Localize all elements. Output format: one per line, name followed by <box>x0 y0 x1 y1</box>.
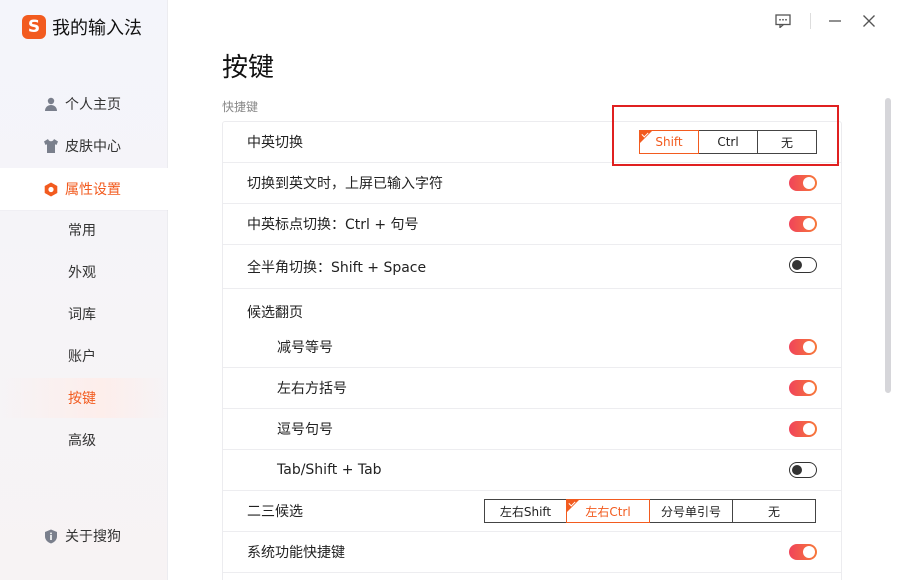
close-icon <box>863 15 875 27</box>
setting-label: 二三候选 <box>247 504 303 520</box>
sidebar-sub-keys[interactable]: 按键 <box>0 378 168 418</box>
paging-comma-period-toggle[interactable] <box>789 421 817 437</box>
page-title: 按键 <box>222 53 275 83</box>
option-none[interactable]: 无 <box>758 131 816 153</box>
setting-row-paging-comma-period: 逗号句号 <box>223 409 841 450</box>
setting-label: 减号等号 <box>277 340 333 356</box>
setting-label: 中英切换 <box>247 135 303 151</box>
sidebar-item-profile[interactable]: 个人主页 <box>0 84 168 124</box>
shirt-icon <box>43 138 59 154</box>
section-label-shortcuts: 快捷键 <box>222 100 259 114</box>
sidebar-item-label: 关于搜狗 <box>65 529 121 545</box>
window-controls-divider <box>810 13 811 29</box>
option-left-right-shift[interactable]: 左右Shift <box>485 500 567 522</box>
setting-row-system-hotkeys: 系统功能快捷键 <box>223 532 841 573</box>
punct-switch-toggle[interactable] <box>789 216 817 232</box>
sidebar-item-about[interactable]: 关于搜狗 <box>0 516 168 556</box>
option-none[interactable]: 无 <box>733 500 815 522</box>
sidebar-item-skins[interactable]: 皮肤中心 <box>0 126 168 166</box>
sidebar-item-label: 属性设置 <box>65 182 121 198</box>
setting-label: 系统功能快捷键 <box>247 545 345 561</box>
setting-row-paging-header: 候选翻页 <box>223 291 841 332</box>
setting-row-second-third: 二三候选 左右Shift 左右Ctrl 分号单引号 无 <box>223 491 841 532</box>
sidebar-sub-common[interactable]: 常用 <box>0 210 168 250</box>
sidebar-item-label: 皮肤中心 <box>65 139 121 155</box>
setting-row-paging-brackets: 左右方括号 <box>223 368 841 409</box>
app-title: 我的输入法 <box>52 18 142 39</box>
option-shift[interactable]: Shift <box>639 130 699 154</box>
paging-minus-equal-toggle[interactable] <box>789 339 817 355</box>
feedback-icon <box>775 14 791 28</box>
second-third-segmented: 左右Shift 左右Ctrl 分号单引号 无 <box>484 499 816 523</box>
minimize-icon <box>829 20 841 22</box>
minimize-button[interactable] <box>823 10 847 32</box>
sidebar-sub-advanced[interactable]: 高级 <box>0 420 168 460</box>
sidebar: S 我的输入法 个人主页 皮肤中心 属性设置 常用 外观 词库 账户 按键 高级… <box>0 0 168 580</box>
shield-info-icon <box>43 528 59 544</box>
setting-row-cn-en-switch: 中英切换 Shift Ctrl 无 <box>223 122 841 163</box>
paging-tab-toggle[interactable] <box>789 462 817 478</box>
setting-label: 逗号句号 <box>277 422 333 438</box>
scrollbar-thumb[interactable] <box>885 98 891 393</box>
sidebar-item-settings[interactable]: 属性设置 <box>0 168 168 210</box>
paging-brackets-toggle[interactable] <box>789 380 817 396</box>
sidebar-sub-account[interactable]: 账户 <box>0 336 168 376</box>
setting-row-punct-switch: 中英标点切换：Ctrl + 句号 <box>223 204 841 245</box>
width-switch-toggle[interactable] <box>789 257 817 273</box>
commit-on-switch-toggle[interactable] <box>789 175 817 191</box>
setting-label: 全半角切换：Shift + Space <box>247 259 427 276</box>
sidebar-sub-appearance[interactable]: 外观 <box>0 252 168 292</box>
sidebar-item-label: 个人主页 <box>65 97 121 113</box>
hexagon-settings-icon <box>43 181 59 197</box>
close-button[interactable] <box>857 10 881 32</box>
system-hotkeys-toggle[interactable] <box>789 544 817 560</box>
option-semicolon-quote[interactable]: 分号单引号 <box>650 500 733 522</box>
setting-label: Tab/Shift + Tab <box>277 462 382 478</box>
sidebar-sub-dictionary[interactable]: 词库 <box>0 294 168 334</box>
setting-label: 切换到英文时，上屏已输入字符 <box>247 176 443 192</box>
setting-row-commit-on-switch: 切换到英文时，上屏已输入字符 <box>223 163 841 204</box>
option-left-right-ctrl[interactable]: 左右Ctrl <box>566 499 650 523</box>
feedback-button[interactable] <box>771 10 795 32</box>
option-ctrl[interactable]: Ctrl <box>699 131 758 153</box>
setting-group-label: 候选翻页 <box>247 304 303 321</box>
setting-row-paging-tab: Tab/Shift + Tab <box>223 450 841 491</box>
sogou-logo-icon: S <box>22 15 46 39</box>
cn-en-switch-segmented: Shift Ctrl 无 <box>639 130 817 154</box>
person-icon <box>43 96 59 112</box>
app-logo: S 我的输入法 <box>22 14 142 40</box>
setting-row-paging-minus-equal: 减号等号 <box>223 327 841 368</box>
setting-row-width-switch: 全半角切换：Shift + Space <box>223 245 841 289</box>
setting-label: 左右方括号 <box>277 381 347 397</box>
setting-label: 中英标点切换：Ctrl + 句号 <box>247 217 419 233</box>
